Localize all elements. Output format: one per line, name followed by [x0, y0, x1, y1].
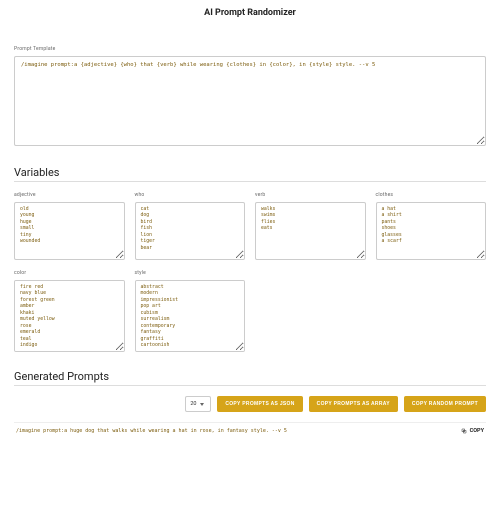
variable-cell: color: [14, 270, 125, 352]
variable-input-who[interactable]: [135, 202, 246, 260]
variables-heading: Variables: [14, 166, 486, 179]
variables-row-1: adjective who verb clothes: [14, 192, 486, 260]
variable-input-verb[interactable]: [255, 202, 366, 260]
variable-cell: who: [135, 192, 246, 260]
variable-label: verb: [255, 192, 366, 198]
copy-icon: [461, 428, 467, 434]
generated-row: /imagine prompt:a huge dog that walks wh…: [14, 422, 486, 434]
variable-input-clothes[interactable]: [376, 202, 487, 260]
copy-json-button[interactable]: COPY PROMPTS AS JSON: [217, 396, 302, 412]
variable-cell: style: [135, 270, 246, 352]
actions-bar: 20 COPY PROMPTS AS JSON COPY PROMPTS AS …: [14, 396, 486, 412]
copy-array-button[interactable]: COPY PROMPTS AS ARRAY: [309, 396, 398, 412]
page-title: AI Prompt Randomizer: [14, 8, 486, 18]
divider: [14, 385, 486, 386]
copy-row-label: COPY: [470, 428, 484, 434]
variable-input-adjective[interactable]: [14, 202, 125, 260]
variable-input-style[interactable]: [135, 280, 246, 352]
variable-label: style: [135, 270, 246, 276]
copy-row-button[interactable]: COPY: [461, 428, 484, 434]
prompt-template-input[interactable]: [14, 56, 486, 146]
count-select[interactable]: 20: [185, 396, 211, 412]
prompt-template-label: Prompt Template: [14, 46, 486, 52]
variable-label: clothes: [376, 192, 487, 198]
variable-label: adjective: [14, 192, 125, 198]
variables-row-2: color style: [14, 270, 486, 352]
variable-input-color[interactable]: [14, 280, 125, 352]
variable-label: color: [14, 270, 125, 276]
variable-label: who: [135, 192, 246, 198]
generated-heading: Generated Prompts: [14, 370, 486, 383]
divider: [14, 181, 486, 182]
variable-cell: verb: [255, 192, 366, 260]
count-value: 20: [190, 401, 196, 407]
variable-cell: adjective: [14, 192, 125, 260]
copy-random-button[interactable]: COPY RANDOM PROMPT: [404, 396, 486, 412]
chevron-down-icon: [200, 403, 204, 406]
generated-text: /imagine prompt:a huge dog that walks wh…: [16, 428, 287, 434]
variable-cell: clothes: [376, 192, 487, 260]
